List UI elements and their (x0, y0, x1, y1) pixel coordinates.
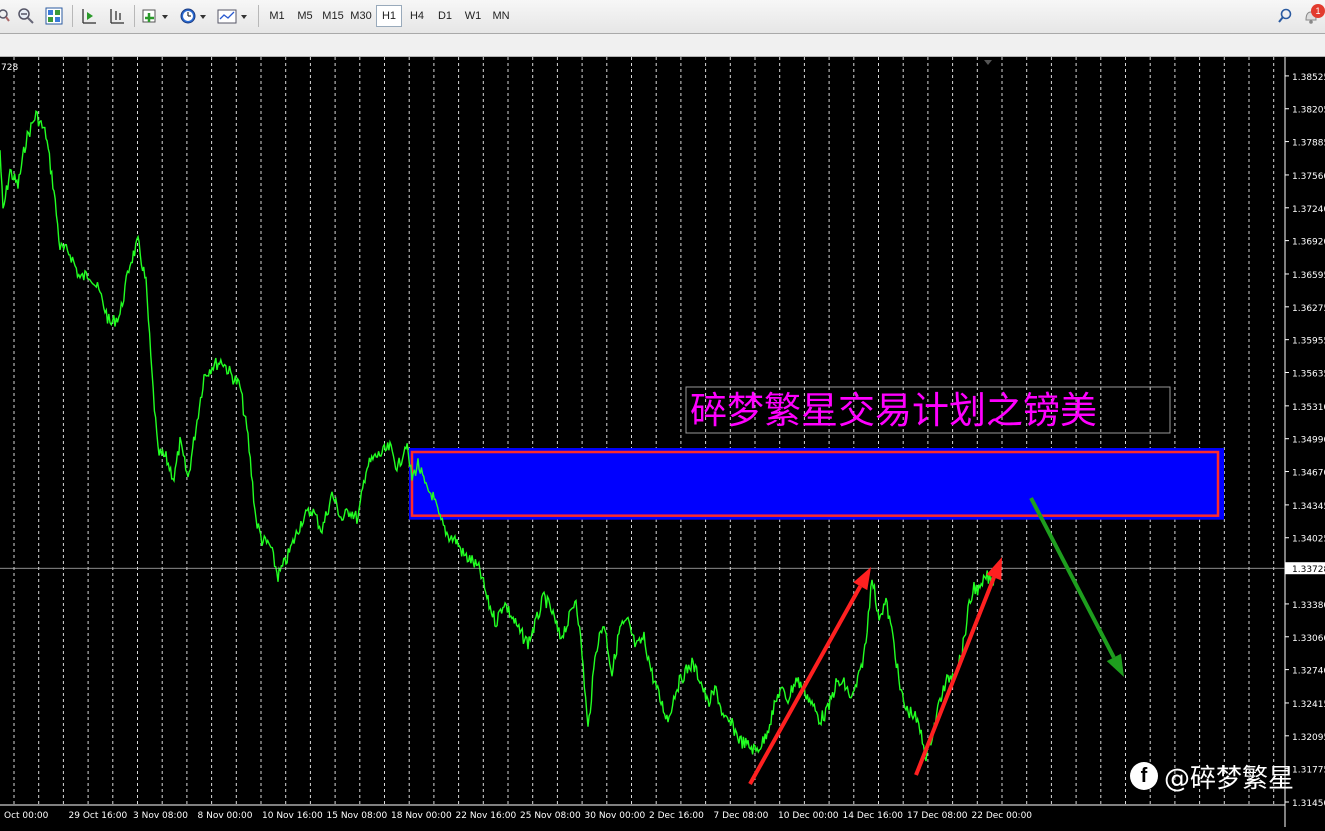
price-label: 1.38525 (1292, 73, 1325, 83)
timeframe-m30-button[interactable]: M30 (348, 5, 374, 27)
annotation-title: 碎梦繁星交易计划之镑美 (690, 389, 1097, 432)
secondary-toolbar (0, 34, 1325, 57)
templates-menu-icon[interactable] (216, 5, 250, 27)
time-label: 18 Nov 00:00 (391, 811, 452, 821)
periodicity-clock-icon[interactable] (178, 5, 210, 27)
price-label: 1.31450 (1292, 799, 1325, 809)
price-label: 1.37240 (1292, 205, 1325, 215)
chart-corner-label: 728 (1, 63, 18, 73)
time-label: 29 Oct 16:00 (69, 811, 128, 821)
timeframe-h4-button[interactable]: H4 (404, 5, 430, 27)
price-label: 1.37885 (1292, 139, 1325, 149)
price-label: 1.31775 (1292, 766, 1325, 776)
price-label: 1.34345 (1292, 502, 1325, 512)
time-label: 17 Dec 08:00 (907, 811, 968, 821)
toolbar-separator (72, 5, 73, 27)
price-label: 1.37560 (1292, 172, 1325, 182)
down-arrow-shaft (1029, 497, 1116, 659)
search-icon[interactable] (1276, 5, 1294, 27)
chart-area[interactable]: 1.38525 1.38205 1.37885 1.37560 1.37240 1.369… (0, 57, 1325, 827)
price-label: 1.34025 (1292, 535, 1325, 545)
price-chart[interactable]: 1.38525 1.38205 1.37885 1.37560 1.37240 1.369… (0, 57, 1325, 827)
time-label: 14 Dec 16:00 (843, 811, 904, 821)
time-label: 22 Nov 16:00 (456, 811, 517, 821)
price-label: 1.34670 (1292, 469, 1325, 479)
time-label: 8 Nov 00:00 (198, 811, 253, 821)
timeframe-h1-button[interactable]: H1 (376, 5, 402, 27)
timeframe-d1-button[interactable]: D1 (432, 5, 458, 27)
price-label: 1.33380 (1292, 601, 1325, 611)
time-label: 10 Nov 16:00 (262, 811, 323, 821)
timeframe-m5-button[interactable]: M5 (292, 5, 318, 27)
price-label: 1.35635 (1292, 370, 1325, 380)
price-label: 1.38205 (1292, 106, 1325, 116)
time-label: 15 Nov 08:00 (327, 811, 388, 821)
toolbar-separator (258, 5, 259, 27)
chart-shift-icon[interactable] (78, 5, 100, 27)
weibo-logo-icon: f (1130, 762, 1158, 790)
timeframe-m15-button[interactable]: M15 (320, 5, 346, 27)
price-line (0, 110, 999, 762)
up-arrow-1-head (853, 567, 871, 591)
time-label: 30 Nov 00:00 (585, 811, 646, 821)
price-label: 1.32095 (1292, 733, 1325, 743)
notification-badge: 1 (1311, 4, 1325, 18)
price-label: 1.36275 (1292, 304, 1325, 314)
toolbar: M1 M5 M15 M30 H1 H4 D1 W1 MN 1 (0, 0, 1325, 34)
price-label: 1.36595 (1292, 271, 1325, 281)
tile-windows-icon[interactable] (44, 5, 64, 27)
indicators-menu-icon[interactable] (140, 5, 172, 27)
price-label: 1.33060 (1292, 634, 1325, 644)
price-label: 1.36920 (1292, 238, 1325, 248)
time-label: 7 Dec 08:00 (714, 811, 769, 821)
watermark-text: @碎梦繁星 (1164, 763, 1295, 794)
time-label: 3 Nov 08:00 (133, 811, 188, 821)
price-label: 1.35955 (1292, 337, 1325, 347)
time-label: 22 Dec 00:00 (972, 811, 1033, 821)
toolbar-separator (134, 5, 135, 27)
price-label: 1.34990 (1292, 436, 1325, 446)
time-label: 25 Nov 08:00 (520, 811, 581, 821)
time-label: 10 Dec 00:00 (778, 811, 839, 821)
zoom-in-icon[interactable] (0, 5, 10, 27)
price-label: 1.35310 (1292, 403, 1325, 413)
resistance-zone (409, 448, 1224, 520)
timeframe-m1-button[interactable]: M1 (264, 5, 290, 27)
watermark: f @碎梦繁星 (1130, 758, 1294, 794)
chart-end-marker (984, 60, 992, 65)
time-label: Oct 00:00 (4, 811, 49, 821)
zoom-out-icon[interactable] (16, 5, 36, 27)
price-label: 1.32740 (1292, 667, 1325, 677)
current-price-label: 1.33728 (1292, 565, 1325, 575)
autoscroll-icon[interactable] (106, 5, 128, 27)
timeframe-mn-button[interactable]: MN (488, 5, 514, 27)
price-label: 1.32415 (1292, 700, 1325, 710)
time-label: 2 Dec 16:00 (649, 811, 704, 821)
up-arrow-1-shaft (748, 585, 863, 785)
timeframe-w1-button[interactable]: W1 (460, 5, 486, 27)
down-arrow-head (1106, 653, 1124, 677)
